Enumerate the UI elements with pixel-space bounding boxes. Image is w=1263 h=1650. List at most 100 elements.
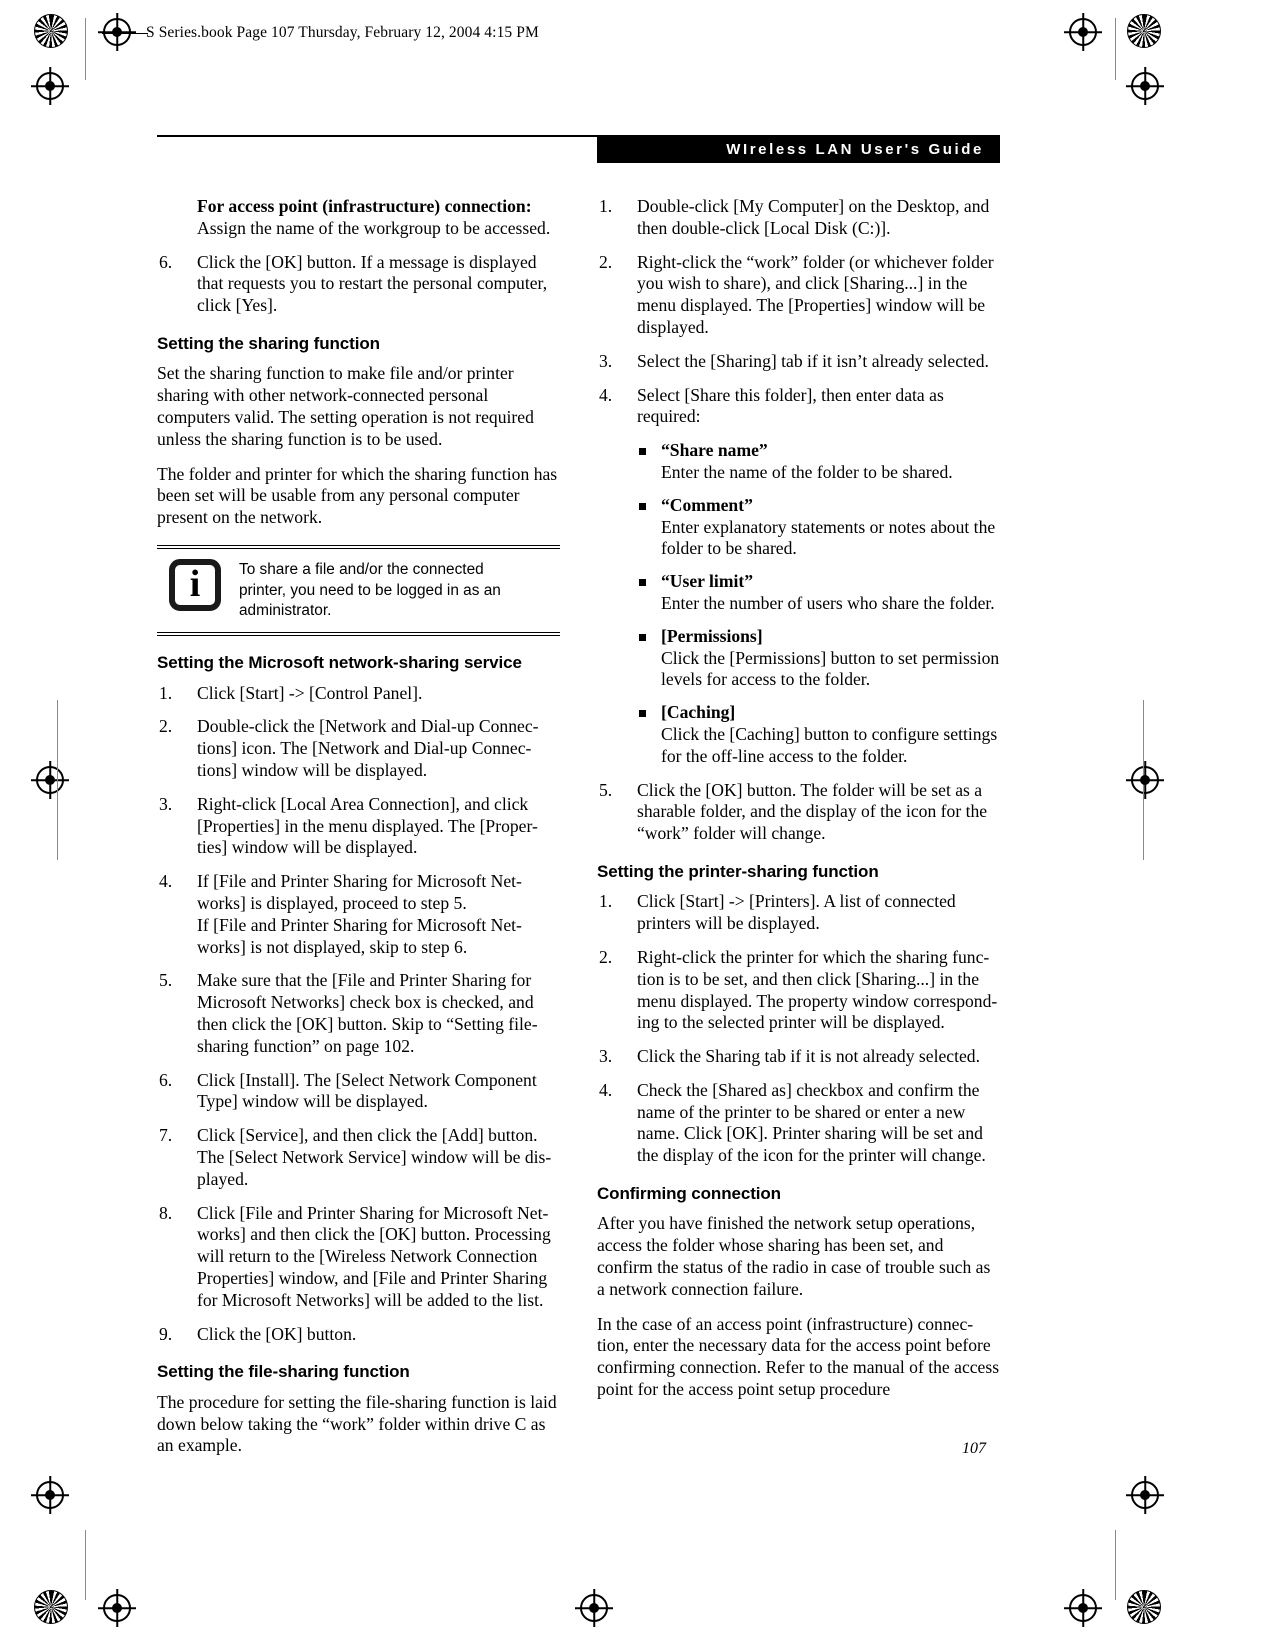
step-text: Click the [OK] button.	[197, 1324, 560, 1346]
step-text: Click [Install]. The [Select Network Com…	[197, 1070, 560, 1114]
bullet-line: Click the [Permissions] button to set pe…	[661, 647, 1000, 668]
step-number: 1.	[159, 682, 173, 703]
paragraph-line: unless the sharing function is to be use…	[157, 428, 443, 449]
list-item: 1. Click [Start] -> [Control Panel].	[157, 683, 560, 705]
step-line: Check the [Shared as] checkbox and confi…	[637, 1079, 980, 1100]
step-line: ing to the selected printer will be disp…	[637, 1012, 945, 1033]
step-line: you wish to share), and click [Sharing..…	[637, 273, 968, 294]
step-number: 3.	[599, 350, 613, 371]
registration-dot-top-right	[1078, 27, 1088, 37]
list-item: “Share name” Enter the name of the folde…	[637, 440, 1000, 484]
step-line: Right-click [Local Area Connection], and…	[197, 793, 529, 814]
header-rule	[102, 33, 148, 35]
share-options-bullet-list: “Share name” Enter the name of the folde…	[597, 440, 1000, 767]
paragraph-line: computers valid. The setting operation i…	[157, 406, 534, 427]
step-line: Click the [OK] button. The folder will b…	[637, 779, 983, 800]
list-item: 4. If [File and Printer Sharing for Micr…	[157, 871, 560, 958]
list-item: “User limit” Enter the number of users w…	[637, 571, 1000, 615]
list-item: 3. Click the Sharing tab if it is not al…	[597, 1046, 1000, 1068]
square-bullet-icon	[639, 502, 646, 510]
step-text: Double-click [My Computer] on the Deskto…	[637, 196, 1000, 240]
star-mark-bottom-left	[34, 1590, 68, 1624]
step-number: 1.	[599, 891, 613, 912]
step-line: works] is not displayed, skip to step 6.	[197, 936, 468, 957]
step-line: Click [Start] -> [Printers]. A list of c…	[637, 891, 956, 912]
bullet-label: [Caching]	[661, 702, 736, 723]
registration-dot-bottom-center	[589, 1603, 599, 1613]
step-number: 3.	[159, 793, 173, 814]
note-text: To share a file and/or the connected pri…	[239, 559, 501, 622]
step-line: If [File and Printer Sharing for Microso…	[197, 914, 522, 935]
step-number: 2.	[599, 251, 613, 272]
step-number: 4.	[599, 384, 613, 405]
list-item: 2. Double-click the [Network and Dial-up…	[157, 716, 560, 781]
step-number: 5.	[159, 970, 173, 991]
paragraph-line: tion, enter the necessary data for the a…	[597, 1335, 991, 1356]
step-line: will return to the [Wireless Network Con…	[197, 1246, 538, 1267]
step-line: then click the [OK] button. Skip to “Set…	[197, 1013, 538, 1034]
step-text: Click [Start] -> [Control Panel].	[197, 683, 560, 705]
step-line: Select the [Sharing] tab if it isn’t alr…	[637, 350, 989, 371]
registration-dot-left-upper	[45, 81, 55, 91]
list-item: 8. Click [File and Printer Sharing for M…	[157, 1203, 560, 1312]
paragraph-line: a network connection failure.	[597, 1278, 804, 1299]
step-number: 5.	[599, 779, 613, 800]
paragraph-line: The folder and printer for which the sha…	[157, 463, 530, 484]
step-line: printers will be displayed.	[637, 913, 820, 934]
paragraph-line: confirming connection. Refer to the manu…	[597, 1357, 1000, 1378]
list-item: 4. Check the [Shared as] checkbox and co…	[597, 1080, 1000, 1167]
step-line: Double-click [My Computer] on the Deskto…	[637, 196, 990, 216]
step-line: “work” folder will change.	[637, 823, 826, 844]
registration-dot-right-upper	[1140, 81, 1150, 91]
list-item: [Caching] Click the [Caching] button to …	[637, 702, 1000, 767]
registration-dot-bottom-center-left	[112, 1603, 122, 1613]
list-item: 5. Click the [OK] button. The folder wil…	[597, 780, 1000, 845]
crop-line-right-bottom	[1115, 1530, 1116, 1600]
right-column: 1. Double-click [My Computer] on the Des…	[597, 196, 1000, 1414]
paragraph-line: down below taking the “work” folder with…	[157, 1413, 546, 1434]
file-sharing-step-list: 1. Double-click [My Computer] on the Des…	[597, 196, 1000, 428]
step-line: Properties] window, and [File and Printe…	[197, 1267, 548, 1288]
step-text: Select the [Sharing] tab if it isn’t alr…	[637, 351, 1000, 373]
microsoft-service-step-list: 1. Click [Start] -> [Control Panel]. 2. …	[157, 683, 560, 1346]
list-item: 2. Right-click the “work” folder (or whi…	[597, 252, 1000, 339]
square-bullet-icon	[639, 633, 646, 641]
step-line: Make sure that the [File and Printer Sha…	[197, 970, 532, 991]
step-line: works] and then click the [OK] button. P…	[197, 1224, 551, 1245]
step-line: Click the Sharing tab if it is not alrea…	[637, 1046, 980, 1067]
heading-file-sharing-function: Setting the file-sharing function	[157, 1362, 410, 1382]
note-rule-bottom	[157, 631, 560, 637]
step-line: sharing function” on page 102.	[197, 1035, 415, 1056]
square-bullet-icon	[639, 448, 646, 456]
step-line: required:	[637, 406, 701, 427]
registration-dot-bottom-left	[45, 1490, 55, 1500]
step-number: 6.	[159, 251, 173, 272]
list-item: 3. Right-click [Local Area Connection], …	[157, 794, 560, 859]
registration-dot-left-lower	[45, 775, 55, 785]
step-text: Make sure that the [File and Printer Sha…	[197, 970, 560, 1057]
note-box: i To share a file and/or the connected p…	[157, 544, 560, 637]
heading-microsoft-network-sharing-service: Setting the Microsoft network-sharing se…	[157, 653, 522, 673]
star-mark-top-right	[1127, 14, 1161, 48]
step-line: ties] window will be displayed.	[197, 837, 418, 858]
step-text: Double-click the [Network and Dial-up Co…	[197, 716, 560, 781]
paragraph-line: present on the network.	[157, 507, 323, 528]
paragraph-line: Set the sharing function to make file an…	[157, 363, 514, 384]
printer-sharing-step-list: 1. Click [Start] -> [Printers]. A list o…	[597, 891, 1000, 1167]
square-bullet-icon	[639, 710, 646, 718]
guide-title-text: WIreless LAN User's Guide	[726, 140, 984, 158]
step-line: Double-click the [Network and Dial-up Co…	[197, 716, 539, 737]
note-line: administrator.	[239, 602, 332, 620]
step-line: Click the [OK] button.	[197, 1323, 357, 1344]
star-mark-top-left	[34, 14, 68, 48]
step-line: If [File and Printer Sharing for Microso…	[197, 871, 522, 892]
page-number: 107	[962, 1440, 986, 1457]
step-text: Right-click the printer for which the sh…	[637, 947, 1000, 1034]
paragraph-confirm-2: In the case of an access point (infrastr…	[597, 1314, 1000, 1401]
step-line: The [Select Network Service] window will…	[197, 1146, 552, 1167]
step-text: If [File and Printer Sharing for Microso…	[197, 871, 560, 958]
paragraph-line: The procedure for setting the file-shari…	[157, 1391, 557, 1412]
paragraph-line: access the folder whose sharing has been…	[597, 1235, 944, 1256]
step-number: 2.	[159, 716, 173, 737]
information-icon-glyph: i	[189, 562, 201, 605]
